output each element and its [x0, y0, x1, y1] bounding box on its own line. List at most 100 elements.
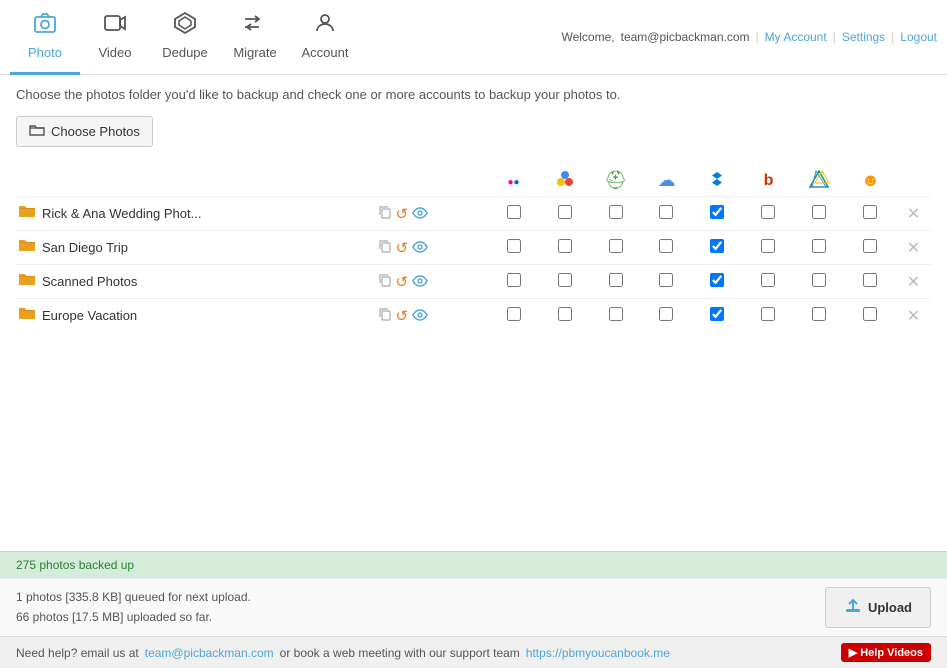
checkbox-input-folder2-svc2[interactable] — [609, 273, 623, 287]
checkbox-input-folder3-svc3[interactable] — [659, 307, 673, 321]
copy-icon[interactable] — [378, 205, 392, 222]
nav-item-account[interactable]: Account — [290, 0, 360, 75]
remove-button-0[interactable]: ✕ — [907, 204, 920, 224]
checkbox-input-folder2-svc1[interactable] — [558, 273, 572, 287]
checkbox-input-folder2-svc7[interactable] — [863, 273, 877, 287]
checkbox-input-folder3-svc4[interactable] — [710, 307, 724, 321]
checkbox-input-folder3-svc6[interactable] — [812, 307, 826, 321]
nav-item-photo[interactable]: Photo — [10, 0, 80, 75]
checkbox-folder0-svc5[interactable] — [743, 197, 794, 231]
eye-icon[interactable] — [412, 240, 428, 256]
checkbox-folder2-svc0[interactable] — [488, 265, 539, 299]
copy-icon[interactable] — [378, 307, 392, 324]
checkbox-input-folder0-svc1[interactable] — [558, 205, 572, 219]
main-content: Choose the photos folder you'd like to b… — [0, 75, 947, 551]
logout-link[interactable]: Logout — [900, 30, 937, 44]
checkbox-folder1-svc1[interactable] — [539, 231, 590, 265]
eye-icon[interactable] — [412, 308, 428, 324]
checkbox-input-folder1-svc5[interactable] — [761, 239, 775, 253]
folder-name: Rick & Ana Wedding Phot... — [42, 206, 201, 221]
checkbox-input-folder3-svc5[interactable] — [761, 307, 775, 321]
checkbox-folder0-svc7[interactable] — [845, 197, 896, 231]
checkbox-input-folder3-svc0[interactable] — [507, 307, 521, 321]
checkbox-folder2-svc3[interactable] — [641, 265, 692, 299]
checkbox-folder2-svc5[interactable] — [743, 265, 794, 299]
checkbox-folder1-svc4[interactable] — [692, 231, 743, 265]
checkbox-input-folder0-svc0[interactable] — [507, 205, 521, 219]
checkbox-folder1-svc2[interactable] — [590, 231, 641, 265]
nav-item-dedupe[interactable]: Dedupe — [150, 0, 220, 75]
nav-item-video[interactable]: Video — [80, 0, 150, 75]
checkbox-input-folder0-svc2[interactable] — [609, 205, 623, 219]
nav-item-migrate[interactable]: Migrate — [220, 0, 290, 75]
checkbox-folder3-svc0[interactable] — [488, 299, 539, 333]
checkbox-folder1-svc0[interactable] — [488, 231, 539, 265]
checkbox-folder2-svc6[interactable] — [794, 265, 845, 299]
checkbox-input-folder2-svc4[interactable] — [710, 273, 724, 287]
checkbox-folder0-svc1[interactable] — [539, 197, 590, 231]
photo-icon — [33, 11, 57, 41]
checkbox-input-folder2-svc3[interactable] — [659, 273, 673, 287]
checkbox-input-folder0-svc5[interactable] — [761, 205, 775, 219]
checkbox-folder2-svc4[interactable] — [692, 265, 743, 299]
checkbox-folder3-svc1[interactable] — [539, 299, 590, 333]
checkbox-input-folder1-svc4[interactable] — [710, 239, 724, 253]
checkbox-input-folder1-svc1[interactable] — [558, 239, 572, 253]
checkbox-input-folder0-svc3[interactable] — [659, 205, 673, 219]
undo-icon[interactable]: ↺ — [396, 205, 409, 223]
help-text: Need help? email us at — [16, 646, 139, 660]
checkbox-input-folder1-svc6[interactable] — [812, 239, 826, 253]
undo-icon[interactable]: ↺ — [396, 239, 409, 257]
checkbox-input-folder2-svc5[interactable] — [761, 273, 775, 287]
my-account-link[interactable]: My Account — [765, 30, 827, 44]
instruction-text: Choose the photos folder you'd like to b… — [16, 87, 931, 102]
help-email[interactable]: team@picbackman.com — [145, 646, 274, 660]
checkbox-folder0-svc0[interactable] — [488, 197, 539, 231]
undo-icon[interactable]: ↺ — [396, 307, 409, 325]
checkbox-input-folder3-svc7[interactable] — [863, 307, 877, 321]
checkbox-folder3-svc7[interactable] — [845, 299, 896, 333]
copy-icon[interactable] — [378, 273, 392, 290]
checkbox-folder3-svc5[interactable] — [743, 299, 794, 333]
folder-name: Europe Vacation — [42, 308, 137, 323]
checkbox-folder0-svc3[interactable] — [641, 197, 692, 231]
checkbox-input-folder1-svc0[interactable] — [507, 239, 521, 253]
checkbox-input-folder3-svc1[interactable] — [558, 307, 572, 321]
queued-text: 1 photos [335.8 KB] queued for next uplo… — [16, 588, 251, 607]
checkbox-folder3-svc3[interactable] — [641, 299, 692, 333]
checkbox-folder1-svc6[interactable] — [794, 231, 845, 265]
checkbox-folder3-svc4[interactable] — [692, 299, 743, 333]
checkbox-folder3-svc6[interactable] — [794, 299, 845, 333]
upload-button[interactable]: Upload — [825, 587, 931, 628]
checkbox-folder1-svc5[interactable] — [743, 231, 794, 265]
checkbox-input-folder1-svc3[interactable] — [659, 239, 673, 253]
copy-icon[interactable] — [378, 239, 392, 256]
checkbox-input-folder1-svc2[interactable] — [609, 239, 623, 253]
remove-button-2[interactable]: ✕ — [907, 272, 920, 292]
checkbox-input-folder0-svc7[interactable] — [863, 205, 877, 219]
checkbox-folder0-svc6[interactable] — [794, 197, 845, 231]
checkbox-input-folder1-svc7[interactable] — [863, 239, 877, 253]
checkbox-folder0-svc4[interactable] — [692, 197, 743, 231]
eye-icon[interactable] — [412, 274, 428, 290]
checkbox-folder1-svc3[interactable] — [641, 231, 692, 265]
checkbox-folder2-svc1[interactable] — [539, 265, 590, 299]
checkbox-input-folder0-svc4[interactable] — [710, 205, 724, 219]
checkbox-input-folder2-svc6[interactable] — [812, 273, 826, 287]
help-book-link[interactable]: https://pbmyoucanbook.me — [526, 646, 670, 660]
remove-button-1[interactable]: ✕ — [907, 238, 920, 258]
checkbox-input-folder0-svc6[interactable] — [812, 205, 826, 219]
undo-icon[interactable]: ↺ — [396, 273, 409, 291]
settings-link[interactable]: Settings — [842, 30, 885, 44]
choose-photos-button[interactable]: Choose Photos — [16, 116, 153, 147]
checkbox-input-folder3-svc2[interactable] — [609, 307, 623, 321]
remove-button-3[interactable]: ✕ — [907, 306, 920, 326]
checkbox-folder2-svc7[interactable] — [845, 265, 896, 299]
checkbox-folder3-svc2[interactable] — [590, 299, 641, 333]
help-videos-button[interactable]: ▶ Help Videos — [841, 643, 931, 662]
eye-icon[interactable] — [412, 206, 428, 222]
checkbox-folder0-svc2[interactable] — [590, 197, 641, 231]
checkbox-input-folder2-svc0[interactable] — [507, 273, 521, 287]
checkbox-folder1-svc7[interactable] — [845, 231, 896, 265]
checkbox-folder2-svc2[interactable] — [590, 265, 641, 299]
